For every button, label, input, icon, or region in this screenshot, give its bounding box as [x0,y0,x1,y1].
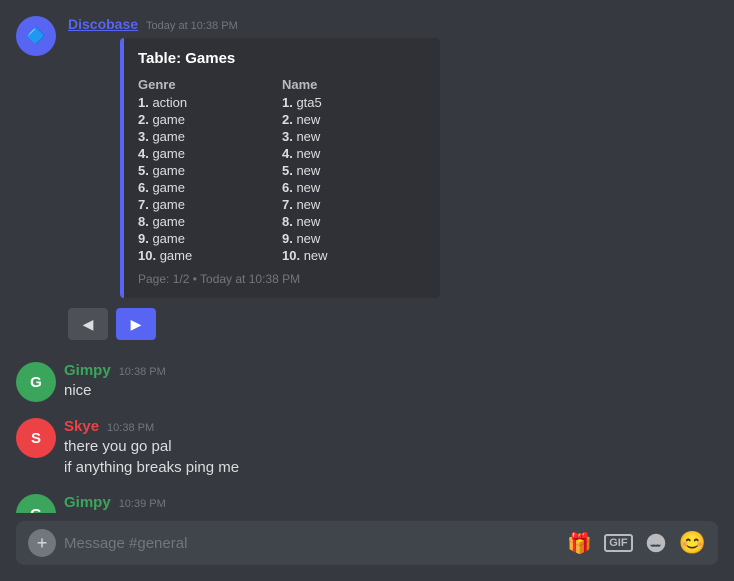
table-row: 8. new [282,213,426,230]
table-row: 1. action [138,94,282,111]
message-text: there you go pal [64,437,718,458]
username[interactable]: Gimpy [64,494,111,511]
avatar: G [16,362,56,402]
chat-area: 🔷 Discobase Today at 10:38 PM Table: Gam… [0,0,734,513]
table-row: 1. gta5 [282,94,426,111]
table-row: 6. game [138,179,282,196]
message-meta: Gimpy 10:39 PM [64,494,718,511]
chat-messages: G Gimpy 10:38 PM nice S Skye 10:38 PM [16,352,718,513]
sticker-button[interactable] [645,532,667,554]
message-row: G Gimpy 10:39 PM got it 🤠 thanks [16,492,718,513]
message-group: G Gimpy 10:38 PM nice [16,352,718,404]
bot-timestamp: Today at 10:38 PM [146,20,238,32]
gift-button[interactable]: 🎁 [567,531,592,556]
message-meta: Skye 10:38 PM [64,418,718,435]
page-info: Page: 1/2 • Today at 10:38 PM [138,272,426,286]
emoji-button[interactable]: 😊 [679,530,706,556]
data-table: Genre Name 1. action1. gta52. game2. new… [138,75,426,264]
table-row: 5. new [282,162,426,179]
bot-name[interactable]: Discobase [68,16,138,32]
table-row: 3. game [138,128,282,145]
table-row: 7. game [138,196,282,213]
input-icons: 🎁 GIF 😊 [567,530,706,556]
message-row: S Skye 10:38 PM there you go pal if anyt… [16,416,718,480]
table-row: 9. new [282,230,426,247]
table-row: 2. game [138,111,282,128]
table-row: 4. new [282,145,426,162]
table-row: 3. new [282,128,426,145]
bot-card: Table: Games Genre Name 1. action1. gta5… [120,38,440,298]
prev-button[interactable]: ◀ [68,308,108,340]
next-button[interactable]: ▶ [116,308,156,340]
username[interactable]: Gimpy [64,362,111,379]
table-row: 5. game [138,162,282,179]
table-title: Table: Games [138,50,426,67]
message-input-area: + 🎁 GIF 😊 [16,521,718,565]
table-row: 2. new [282,111,426,128]
message-group: S Skye 10:38 PM there you go pal if anyt… [16,408,718,480]
genre-header: Genre [138,75,282,94]
table-row: 6. new [282,179,426,196]
timestamp: 10:38 PM [107,422,154,434]
timestamp: 10:39 PM [119,498,166,510]
avatar: S [16,418,56,458]
message-meta: Gimpy 10:38 PM [64,362,718,379]
bot-avatar: 🔷 [16,16,56,56]
username[interactable]: Skye [64,418,99,435]
table-row: 10. new [282,247,426,264]
message-text: nice [64,381,718,402]
table-row: 4. game [138,145,282,162]
gif-button[interactable]: GIF [604,534,632,552]
table-row: 9. game [138,230,282,247]
message-group: G Gimpy 10:39 PM got it 🤠 thanks [16,484,718,513]
name-header: Name [282,75,426,94]
nav-buttons: ◀ ▶ [68,308,718,340]
table-row: 8. game [138,213,282,230]
add-button[interactable]: + [28,529,56,557]
table-row: 7. new [282,196,426,213]
message-input[interactable] [64,535,559,552]
avatar: G [16,494,56,513]
table-row: 10. game [138,247,282,264]
message-row: G Gimpy 10:38 PM nice [16,360,718,404]
message-continuation: if anything breaks ping me [64,458,718,479]
timestamp: 10:38 PM [119,366,166,378]
